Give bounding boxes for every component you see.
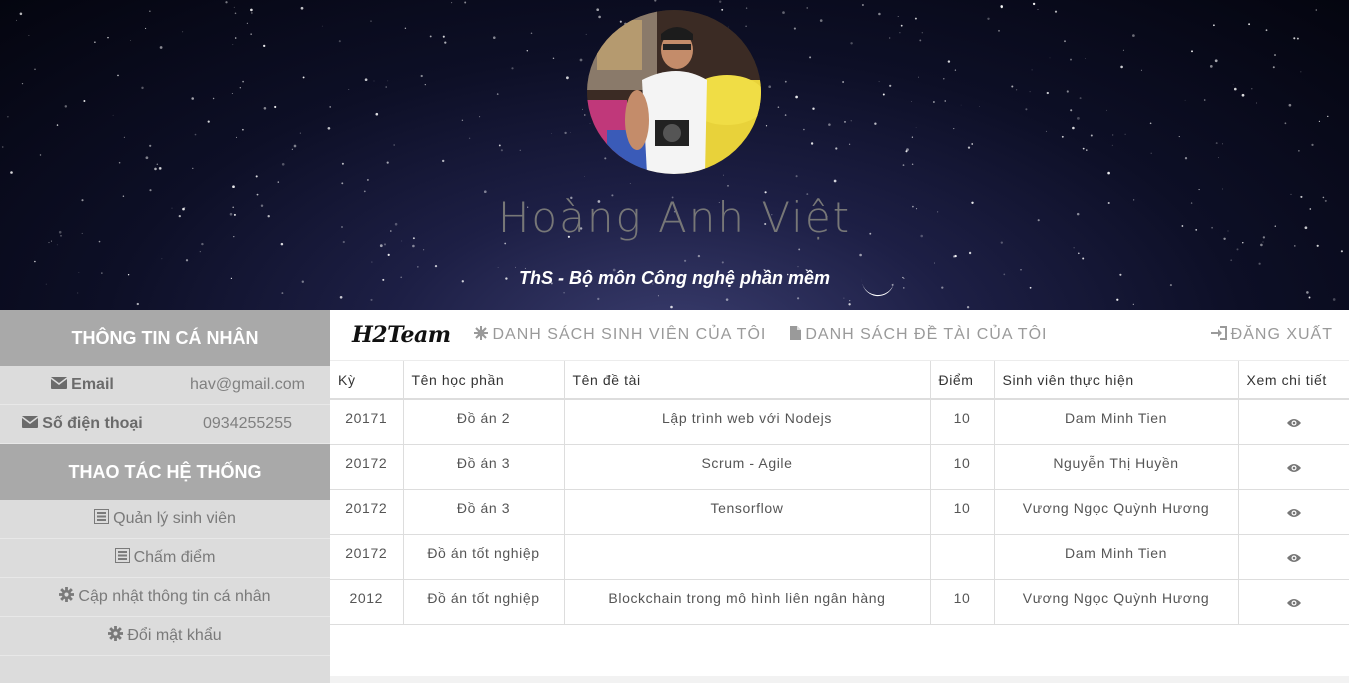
cell-score xyxy=(930,534,995,580)
logout-button[interactable]: ĐĂNG XUẤT xyxy=(1210,325,1333,345)
profile-banner: Hoàng Anh Việt ThS - Bộ môn Công nghệ ph… xyxy=(0,0,1349,310)
nav-my-students[interactable]: DANH SÁCH SINH VIÊN CỦA TÔI xyxy=(474,325,766,345)
cell-details xyxy=(1238,489,1349,535)
cell-term: 20172 xyxy=(330,534,404,580)
personal-info-heading: THÔNG TIN CÁ NHÂN xyxy=(0,310,330,366)
col-course: Tên học phần xyxy=(403,361,565,400)
cell-course: Đồ án 2 xyxy=(403,399,565,445)
menu-manage-students[interactable]: Quản lý sinh viên xyxy=(0,500,330,539)
list-icon xyxy=(114,548,130,568)
cell-score: 10 xyxy=(930,489,995,535)
cell-student: Vương Ngọc Quỳnh Hương xyxy=(994,579,1239,625)
cell-student: Dam Minh Tien xyxy=(994,399,1239,445)
nav-my-topics[interactable]: DANH SÁCH ĐỀ TÀI CỦA TÔI xyxy=(790,325,1047,345)
table-row: 20171 Đồ án 2 Lập trình web với Nodejs 10 Da… xyxy=(330,399,1349,445)
cell-student: Vương Ngọc Quỳnh Hương xyxy=(994,489,1239,535)
avatar xyxy=(587,10,761,174)
envelope-icon xyxy=(21,415,39,433)
phone-value: 0934255255 xyxy=(203,415,292,432)
cell-topic: Scrum - Agile xyxy=(564,444,931,490)
brand-logo[interactable]: H2Team xyxy=(352,322,451,348)
cell-score: 10 xyxy=(930,579,995,625)
sign-in-icon xyxy=(1210,325,1227,345)
cell-details xyxy=(1238,579,1349,625)
cell-student: Dam Minh Tien xyxy=(994,534,1239,580)
cell-topic: Blockchain trong mô hình liên ngân hàng xyxy=(564,579,931,625)
eye-icon[interactable] xyxy=(1286,595,1301,611)
col-details: Xem chi tiết xyxy=(1238,361,1349,400)
eye-icon[interactable] xyxy=(1286,505,1301,521)
sidebar: THÔNG TIN CÁ NHÂN Email hav@gmail.com Số… xyxy=(0,310,330,683)
col-term: Kỳ xyxy=(330,361,404,400)
gear-icon xyxy=(108,626,124,646)
table-row: 20172 Đồ án tốt nghiệp Dam Minh Tien xyxy=(330,534,1349,580)
cell-term: 2012 xyxy=(330,579,404,625)
email-label: Email xyxy=(71,376,114,394)
cell-score: 10 xyxy=(930,399,995,445)
cell-topic: Lập trình web với Nodejs xyxy=(564,399,931,445)
cell-course: Đồ án tốt nghiệp xyxy=(403,534,565,580)
cell-score: 10 xyxy=(930,444,995,490)
cell-topic: Tensorflow xyxy=(564,489,931,535)
phone-label: Số điện thoại xyxy=(42,415,143,433)
email-value: hav@gmail.com xyxy=(190,376,305,393)
menu-label: Đổi mật khẩu xyxy=(127,627,222,644)
menu-label: Quản lý sinh viên xyxy=(113,510,236,527)
col-score: Điểm xyxy=(930,361,995,400)
asterisk-icon xyxy=(474,325,489,345)
cell-details xyxy=(1238,399,1349,445)
envelope-icon xyxy=(50,376,68,394)
phone-row: Số điện thoại 0934255255 xyxy=(0,405,330,444)
menu-label: Chấm điểm xyxy=(133,549,216,566)
menu-grading[interactable]: Chấm điểm xyxy=(0,539,330,578)
cell-details xyxy=(1238,534,1349,580)
cell-term: 20172 xyxy=(330,444,404,490)
system-actions-heading: THAO TÁC HỆ THỐNG xyxy=(0,444,330,500)
cell-topic xyxy=(564,534,931,580)
menu-label: Cập nhật thông tin cá nhân xyxy=(78,588,271,605)
table-row: 2012 Đồ án tốt nghiệp Blockchain trong mô … xyxy=(330,579,1349,625)
cell-course: Đồ án 3 xyxy=(403,444,565,490)
topics-table: Kỳ Tên học phần Tên đề tài Điểm Sinh viê… xyxy=(330,361,1349,625)
top-navbar: H2Team DANH SÁCH SINH VIÊN CỦA TÔI DANH … xyxy=(330,310,1349,361)
menu-update-profile[interactable]: Cập nhật thông tin cá nhân xyxy=(0,578,330,617)
menu-change-password[interactable]: Đổi mật khẩu xyxy=(0,617,330,656)
footer-strip xyxy=(330,676,1349,683)
cell-details xyxy=(1238,444,1349,490)
cell-course: Đồ án 3 xyxy=(403,489,565,535)
cell-term: 20171 xyxy=(330,399,404,445)
cell-course: Đồ án tốt nghiệp xyxy=(403,579,565,625)
eye-icon[interactable] xyxy=(1286,460,1301,476)
table-row: 20172 Đồ án 3 Scrum - Agile 10 Nguyễn Thị Hu… xyxy=(330,444,1349,490)
moon-icon xyxy=(861,278,894,297)
table-row: 20172 Đồ án 3 Tensorflow 10 Vương Ngọc Quỳnh… xyxy=(330,489,1349,535)
col-student: Sinh viên thực hiện xyxy=(994,361,1239,400)
file-icon xyxy=(790,325,802,345)
email-row: Email hav@gmail.com xyxy=(0,366,330,405)
list-icon xyxy=(94,509,110,529)
main-content: H2Team DANH SÁCH SINH VIÊN CỦA TÔI DANH … xyxy=(330,310,1349,683)
eye-icon[interactable] xyxy=(1286,550,1301,566)
cell-term: 20172 xyxy=(330,489,404,535)
col-topic: Tên đề tài xyxy=(564,361,931,400)
profile-title: ThS - Bộ môn Công nghệ phần mềm xyxy=(519,268,830,288)
profile-name: Hoàng Anh Việt xyxy=(497,193,852,242)
cell-student: Nguyễn Thị Huyền xyxy=(994,444,1239,490)
eye-icon[interactable] xyxy=(1286,415,1301,431)
table-header-row: Kỳ Tên học phần Tên đề tài Điểm Sinh viê… xyxy=(330,361,1349,400)
gear-icon xyxy=(59,587,75,607)
